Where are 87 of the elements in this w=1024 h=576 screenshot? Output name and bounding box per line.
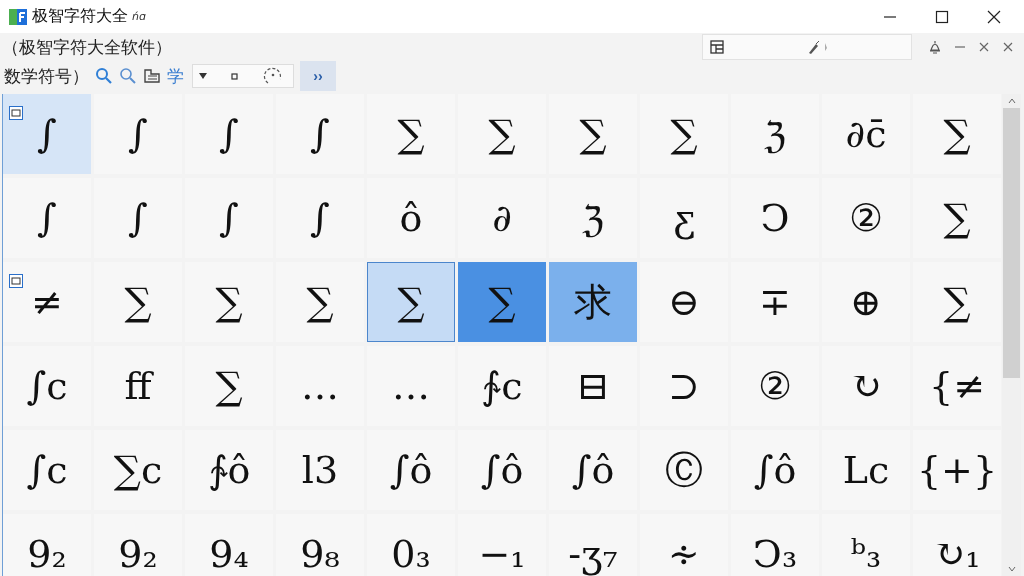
scroll-up-icon[interactable] xyxy=(1007,98,1016,104)
symbol-cell[interactable]: ⊟ xyxy=(549,346,637,426)
symbol-cell[interactable]: ∫ô xyxy=(549,430,637,510)
symbol-cell[interactable]: … xyxy=(367,346,455,426)
symbol-cell[interactable]: {≠ xyxy=(913,346,1001,426)
symbol-cell[interactable]: ⊖ xyxy=(640,262,728,342)
symbol-cell[interactable]: ∑ xyxy=(458,94,546,174)
symbol-cell[interactable]: 9₈ xyxy=(276,514,364,576)
symbol-cell[interactable]: ∱ô xyxy=(185,430,273,510)
app-icon xyxy=(8,6,28,27)
symbol-cell[interactable]: Lc xyxy=(822,430,910,510)
mode-button[interactable]: 学 xyxy=(167,64,184,88)
symbol-dropdown[interactable] xyxy=(192,64,294,88)
symbol-cell[interactable]: 9₄ xyxy=(185,514,273,576)
symbol-cell[interactable]: Ↄ xyxy=(731,178,819,258)
symbol-cell[interactable]: 求 xyxy=(549,262,637,342)
symbol-cell[interactable]: −₁ xyxy=(458,514,546,576)
symbol-cell[interactable]: ℨ xyxy=(731,94,819,174)
scroll-down-icon[interactable] xyxy=(1007,566,1016,572)
zoom-icon[interactable] xyxy=(119,67,137,85)
folder-icon[interactable] xyxy=(143,67,161,85)
symbol-cell[interactable]: ⊃ xyxy=(640,346,728,426)
symbol-cell[interactable]: ∂c̄ xyxy=(822,94,910,174)
symbol-cell[interactable]: ƹ xyxy=(640,178,728,258)
scroll-thumb[interactable] xyxy=(1003,108,1020,378)
symbol-cell[interactable]: ô xyxy=(367,178,455,258)
symbol-cell[interactable]: ∫ xyxy=(3,178,91,258)
symbol-cell[interactable]: ∻ xyxy=(640,514,728,576)
symbol-cell[interactable]: ∑ xyxy=(549,94,637,174)
symbol-cell[interactable]: ∑ xyxy=(913,94,1001,174)
symbol-cell[interactable]: ∫ô xyxy=(731,430,819,510)
symbol-cell[interactable]: ∑ xyxy=(185,262,273,342)
symbol-cell[interactable]: {+} xyxy=(913,430,1001,510)
layout-icon[interactable] xyxy=(709,39,725,55)
symbol-cell[interactable]: ∑ xyxy=(185,346,273,426)
symbol-cell[interactable]: ∑ xyxy=(276,262,364,342)
symbol-cell[interactable]: ∫ xyxy=(276,94,364,174)
symbol-cell[interactable]: … xyxy=(276,346,364,426)
symbol-cell[interactable]: ∱c xyxy=(458,346,546,426)
symbol-cell[interactable]: ∫ xyxy=(94,178,182,258)
symbol-cell[interactable]: ∑ xyxy=(913,178,1001,258)
category-label: 数学符号） xyxy=(4,64,89,88)
title-suffix: ńɑ xyxy=(132,10,146,23)
tag-icon[interactable] xyxy=(9,274,23,288)
symbol-cell[interactable]: ∑ xyxy=(94,262,182,342)
symbol-cell[interactable]: ∑ xyxy=(458,262,546,342)
tag-icon[interactable] xyxy=(9,106,23,120)
symbol-cell[interactable]: ∑ xyxy=(640,94,728,174)
symbol-cell[interactable]: ᵇ₃ xyxy=(822,514,910,576)
symbol-cell[interactable]: ∫ xyxy=(94,94,182,174)
symbol-cell[interactable]: -ʒ₇ xyxy=(549,514,637,576)
symbol-cell[interactable]: ∫ xyxy=(185,178,273,258)
symbol-cell[interactable]: ∑c xyxy=(94,430,182,510)
symbol-cell[interactable]: 0₃ xyxy=(367,514,455,576)
symbol-cell[interactable]: l3 xyxy=(276,430,364,510)
maximize-icon[interactable] xyxy=(935,9,949,24)
search-icon[interactable] xyxy=(95,67,113,85)
window-title: 极智字符大全 xyxy=(32,6,128,27)
symbol-cell[interactable]: ∫c xyxy=(3,346,91,426)
symbol-cell[interactable]: ↻₁ xyxy=(913,514,1001,576)
app-header: （极智字符大全软件） xyxy=(2,35,172,59)
symbol-cell[interactable]: ∫c xyxy=(3,430,91,510)
symbol-cell[interactable]: Ⓒ xyxy=(640,430,728,510)
expand-button[interactable]: ›› xyxy=(300,61,336,91)
symbol-cell[interactable]: ∫ô xyxy=(367,430,455,510)
symbol-cell[interactable]: ② xyxy=(822,178,910,258)
symbol-cell[interactable]: ⊕ xyxy=(822,262,910,342)
symbol-cell[interactable]: ∑ xyxy=(367,262,455,342)
symbol-cell[interactable]: ∫ô xyxy=(458,430,546,510)
symbol-cell[interactable]: ∂ xyxy=(458,178,546,258)
caret-icon xyxy=(199,73,207,79)
symbol-cell[interactable]: ≠ xyxy=(3,262,91,342)
symbol-cell[interactable]: ② xyxy=(731,346,819,426)
symbol-cell[interactable]: Ↄ₃ xyxy=(731,514,819,576)
symbol-cell[interactable]: 9₂ xyxy=(94,514,182,576)
symbol-cell[interactable]: ∓ xyxy=(731,262,819,342)
symbol-cell[interactable]: 9₂ xyxy=(3,514,91,576)
symbol-cell[interactable]: ∫ xyxy=(3,94,91,174)
close-icon[interactable] xyxy=(987,9,1001,24)
symbol-cell[interactable]: ∫ xyxy=(276,178,364,258)
symbol-cell[interactable]: ∑ xyxy=(367,94,455,174)
symbol-cell[interactable]: ∫ xyxy=(185,94,273,174)
symbol-cell[interactable]: ℨ xyxy=(549,178,637,258)
symbol-cell[interactable]: ff xyxy=(94,346,182,426)
symbol-cell[interactable]: ↻ xyxy=(822,346,910,426)
symbol-cell[interactable]: ∑ xyxy=(913,262,1001,342)
bell-icon[interactable] xyxy=(928,39,942,55)
